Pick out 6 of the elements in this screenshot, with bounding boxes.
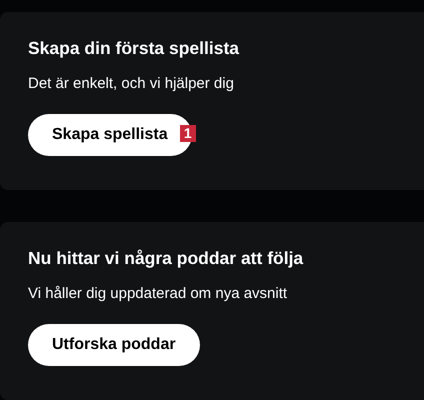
action-button[interactable]: Utforska poddar [28, 324, 200, 366]
card-subtitle: Det är enkelt, och vi hjälper dig [28, 74, 235, 94]
number-badge: 1 [180, 125, 196, 142]
card-title: Nu hittar vi några poddar att följa [28, 247, 304, 270]
card-title: Skapa din första spellista [28, 37, 240, 60]
card-subtitle: Vi håller dig uppdaterad om nya avsnitt [28, 284, 288, 304]
